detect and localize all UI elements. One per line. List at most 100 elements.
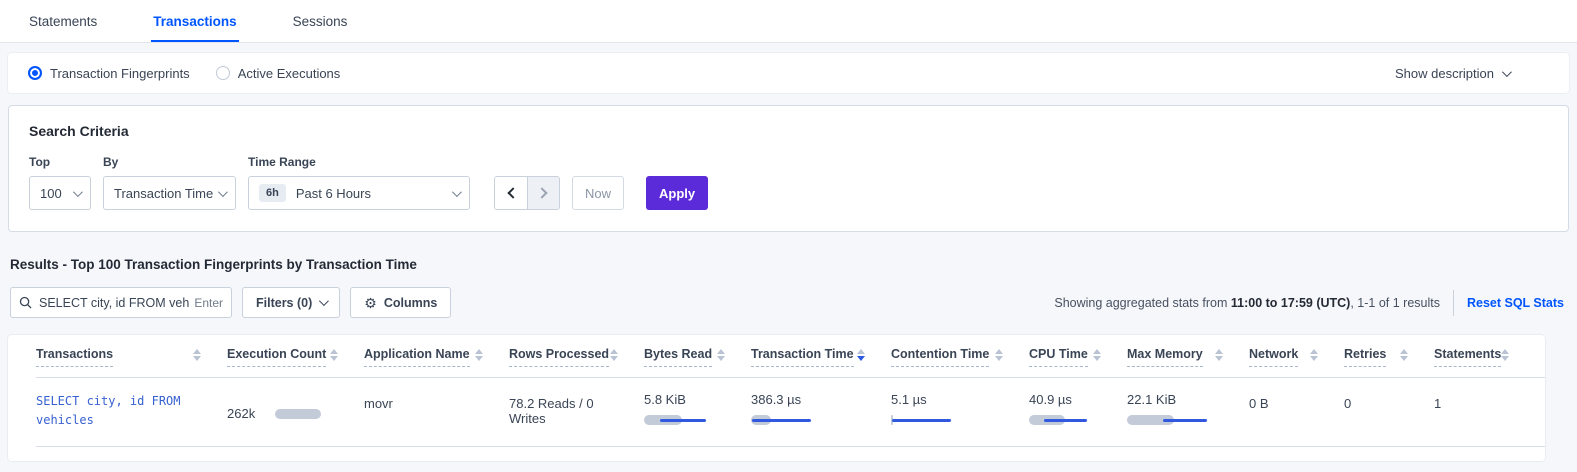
- transaction-time-cell: 386.3 µs: [751, 392, 891, 430]
- table-header-cell[interactable]: Retries: [1344, 347, 1434, 367]
- time-range-label: Time Range: [248, 155, 470, 169]
- columns-button[interactable]: ⚙ Columns: [350, 287, 451, 318]
- cpu-time-cell: 40.9 µs: [1029, 392, 1127, 430]
- top-field: Top 100: [29, 155, 91, 210]
- execution-count-cell: 262k: [227, 392, 364, 430]
- chevron-down-icon: [73, 187, 83, 197]
- by-select[interactable]: Transaction Time: [103, 176, 236, 210]
- time-range-field: Time Range 6h Past 6 Hours: [248, 155, 470, 210]
- radio-active-executions[interactable]: Active Executions: [216, 66, 341, 81]
- show-description-toggle[interactable]: Show description: [1395, 66, 1509, 81]
- divider: [1453, 290, 1454, 316]
- time-range-badge: 6h: [259, 184, 286, 202]
- statements-cell: 1: [1434, 392, 1526, 430]
- tab-sessions[interactable]: Sessions: [291, 2, 350, 42]
- table-header-cell[interactable]: CPU Time: [1029, 347, 1127, 367]
- table-header-cell[interactable]: Rows Processed: [509, 347, 644, 367]
- radio-label: Active Executions: [238, 66, 341, 81]
- table-header-cell[interactable]: Execution Count: [227, 347, 364, 367]
- transactions-table: Transactions Execution Count Application…: [8, 335, 1545, 461]
- cpu-time-bar: [1029, 414, 1111, 426]
- top-label: Top: [29, 155, 91, 169]
- time-range-select[interactable]: 6h Past 6 Hours: [248, 176, 470, 210]
- show-description-label: Show description: [1395, 66, 1494, 81]
- chevron-right-icon: [536, 187, 547, 198]
- apply-button[interactable]: Apply: [646, 176, 708, 210]
- sort-arrows-icon[interactable]: [857, 347, 865, 361]
- retries-cell: 0: [1344, 392, 1434, 430]
- sort-arrows-icon[interactable]: [193, 347, 201, 361]
- aggregated-stats-text: Showing aggregated stats from 11:00 to 1…: [1054, 296, 1440, 310]
- time-nav-group: [494, 176, 560, 210]
- time-prev-button[interactable]: [495, 177, 527, 209]
- sort-arrows-icon[interactable]: [1400, 347, 1408, 361]
- chevron-down-icon: [1502, 67, 1512, 77]
- time-range-value: Past 6 Hours: [296, 186, 371, 201]
- radio-selected-icon: [28, 66, 42, 80]
- top-select[interactable]: 100: [29, 176, 91, 210]
- tab-transactions[interactable]: Transactions: [151, 2, 238, 42]
- search-input[interactable]: [39, 296, 190, 310]
- filters-button[interactable]: Filters (0): [242, 287, 340, 318]
- table-header-cell[interactable]: Transaction Time: [751, 347, 891, 367]
- chevron-down-icon: [319, 296, 329, 306]
- reset-sql-stats-link[interactable]: Reset SQL Stats: [1467, 296, 1564, 310]
- results-search-box[interactable]: Enter: [10, 287, 232, 318]
- radio-transaction-fingerprints[interactable]: Transaction Fingerprints: [28, 66, 190, 81]
- network-cell: 0 B: [1249, 392, 1344, 430]
- sort-arrows-icon[interactable]: [995, 347, 1003, 361]
- sort-arrows-icon[interactable]: [717, 347, 725, 361]
- enter-hint: Enter: [194, 296, 223, 310]
- max-memory-cell: 22.1 KiB: [1127, 392, 1249, 430]
- tab-statements[interactable]: Statements: [27, 2, 99, 42]
- stats-zone: Showing aggregated stats from 11:00 to 1…: [1054, 290, 1569, 316]
- view-toggle-band: Transaction Fingerprints Active Executio…: [8, 53, 1569, 93]
- columns-label: Columns: [384, 296, 437, 310]
- max-memory-bar: [1127, 414, 1209, 426]
- chevron-down-icon: [452, 187, 462, 197]
- contention-time-bar: [891, 414, 973, 426]
- now-button[interactable]: Now: [572, 176, 624, 210]
- search-icon: [19, 296, 32, 309]
- table-header-cell[interactable]: Network: [1249, 347, 1344, 367]
- sort-arrows-icon[interactable]: [330, 347, 338, 361]
- table-header-cell[interactable]: Bytes Read: [644, 347, 751, 367]
- by-select-value: Transaction Time: [114, 186, 213, 201]
- transaction-fingerprint-link[interactable]: SELECT city, id FROM vehicles: [36, 392, 196, 430]
- table-header-row: Transactions Execution Count Application…: [36, 347, 1545, 378]
- table-header-cell[interactable]: Contention Time: [891, 347, 1029, 367]
- chevron-down-icon: [218, 187, 228, 197]
- radio-label: Transaction Fingerprints: [50, 66, 190, 81]
- by-field: By Transaction Time: [103, 155, 236, 210]
- table-row: SELECT city, id FROM vehicles 262k movr …: [36, 378, 1545, 447]
- sort-arrows-icon[interactable]: [1501, 347, 1509, 361]
- results-controls: Enter Filters (0) ⚙ Columns Showing aggr…: [10, 287, 1569, 318]
- bytes-read-bar: [644, 414, 726, 426]
- sort-arrows-icon[interactable]: [1310, 347, 1318, 361]
- execution-count-bar: [275, 408, 325, 418]
- chevron-left-icon: [507, 187, 518, 198]
- table-header-cell[interactable]: Statements: [1434, 347, 1526, 367]
- results-title: Results - Top 100 Transaction Fingerprin…: [10, 257, 1577, 272]
- rows-processed-cell: 78.2 Reads / 0 Writes: [509, 392, 644, 430]
- search-criteria-card: Search Criteria Top 100 By Transaction T…: [8, 105, 1569, 232]
- gear-icon: ⚙: [364, 296, 377, 310]
- sort-arrows-icon[interactable]: [475, 347, 483, 361]
- table-header-cell[interactable]: Application Name: [364, 347, 509, 367]
- sort-arrows-icon[interactable]: [1093, 347, 1101, 361]
- sort-arrows-icon[interactable]: [610, 347, 618, 361]
- search-criteria-title: Search Criteria: [29, 123, 1548, 139]
- filters-label: Filters (0): [256, 296, 312, 310]
- page-tabbar: Statements Transactions Sessions: [0, 0, 1577, 43]
- radio-unselected-icon: [216, 66, 230, 80]
- application-name-cell: movr: [364, 392, 509, 430]
- transaction-time-bar: [751, 414, 833, 426]
- contention-time-cell: 5.1 µs: [891, 392, 1029, 430]
- table-header-cell[interactable]: Transactions: [36, 347, 227, 367]
- table-header-cell[interactable]: Max Memory: [1127, 347, 1249, 367]
- bytes-read-cell: 5.8 KiB: [644, 392, 751, 430]
- time-next-button[interactable]: [527, 177, 559, 209]
- top-select-value: 100: [40, 186, 62, 201]
- sort-arrows-icon[interactable]: [1215, 347, 1223, 361]
- by-label: By: [103, 155, 236, 169]
